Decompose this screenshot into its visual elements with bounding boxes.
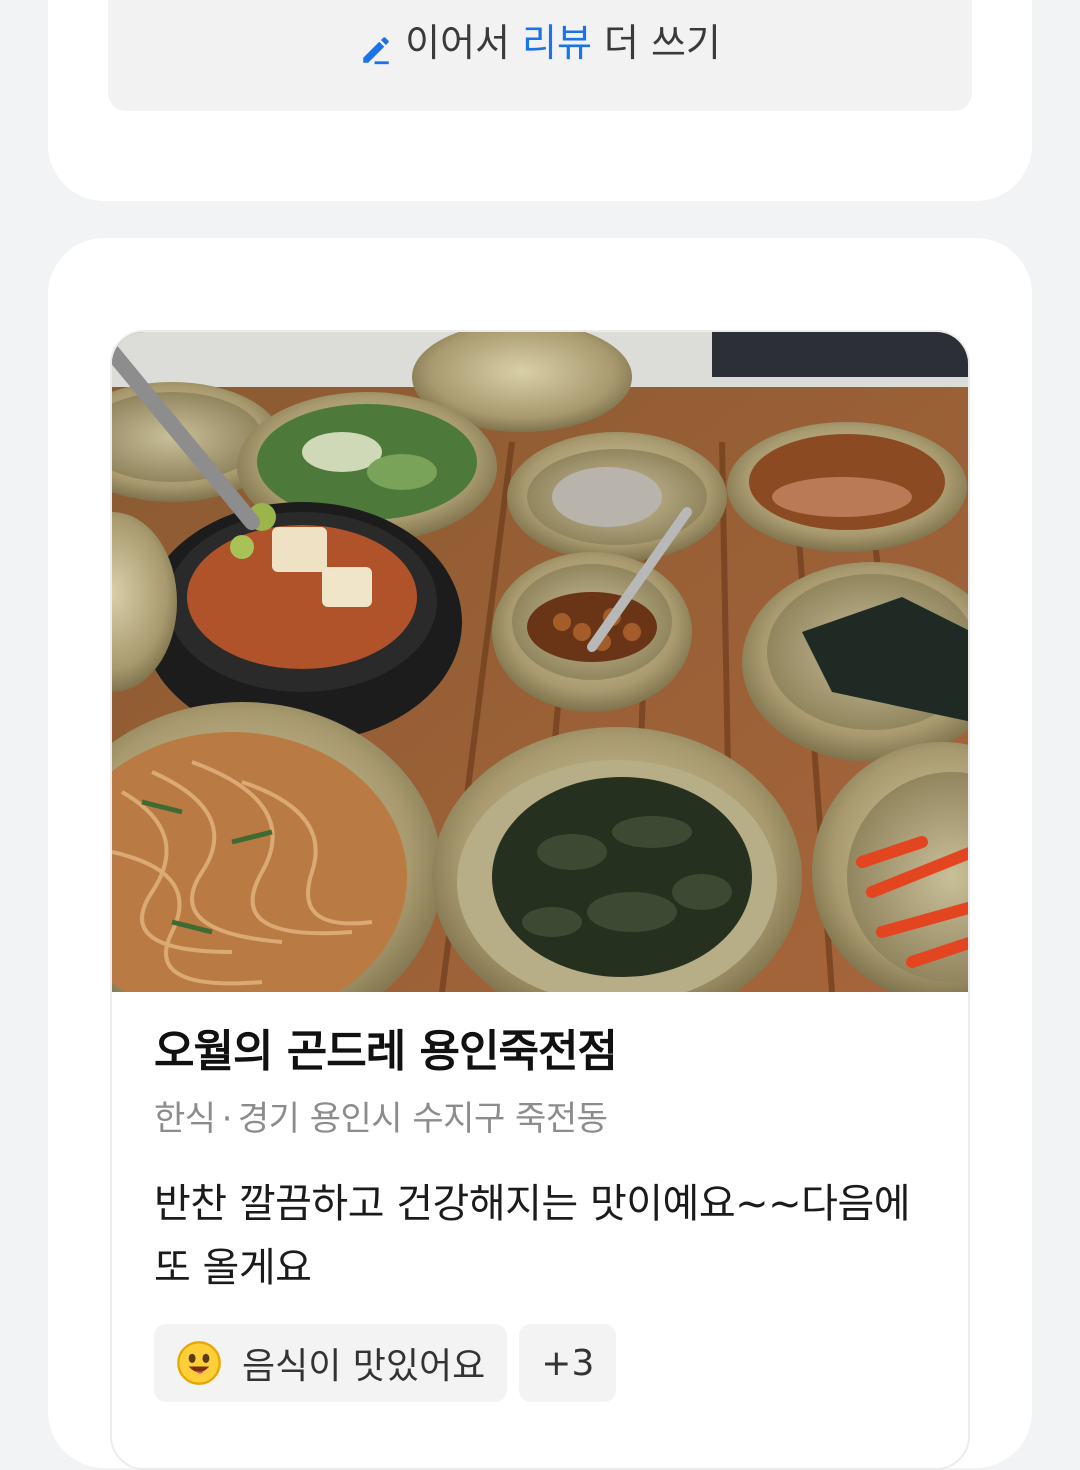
review-photo[interactable] — [112, 332, 968, 992]
continue-prefix: 이어서 — [405, 21, 510, 65]
meta-separator: · — [221, 1099, 233, 1139]
place-category: 한식 — [154, 1099, 216, 1139]
more-tags-button[interactable]: +3 — [519, 1324, 617, 1402]
tag-label: 음식이 맛있어요 — [242, 1346, 486, 1387]
place-meta: 한식 · 경기 용인시 수지구 죽전동 — [154, 1096, 944, 1142]
review-text: 반찬 깔끔하고 건강해지는 맛이예요~~다음에 또 올게요 — [154, 1181, 911, 1291]
review-feed-card: 오월의 곤드레 용인죽전점 한식 · 경기 용인시 수지구 죽전동 반찬 깔끔하고 … — [48, 238, 1032, 1470]
continue-suffix: 더 쓰기 — [603, 21, 721, 65]
previous-review-card: 이어서 리뷰 더 쓰기 — [48, 0, 1032, 201]
continue-review-button[interactable]: 이어서 리뷰 더 쓰기 — [108, 0, 972, 111]
place-location: 경기 용인시 수지구 죽전동 — [237, 1099, 608, 1139]
smiley-icon — [177, 1341, 221, 1385]
pencil-icon — [363, 37, 389, 65]
food-photo-illustration — [112, 332, 968, 992]
review-tags: 음식이 맛있어요 +3 — [154, 1324, 944, 1402]
review-info: 오월의 곤드레 용인죽전점 한식 · 경기 용인시 수지구 죽전동 반찬 깔끔하고 … — [154, 1022, 944, 1402]
review-item[interactable]: 오월의 곤드레 용인죽전점 한식 · 경기 용인시 수지구 죽전동 반찬 깔끔하고 … — [110, 330, 970, 1470]
tag-food-delicious[interactable]: 음식이 맛있어요 — [154, 1324, 508, 1402]
place-name[interactable]: 오월의 곤드레 용인죽전점 — [154, 1022, 944, 1082]
continue-highlight: 리뷰 — [522, 21, 592, 65]
